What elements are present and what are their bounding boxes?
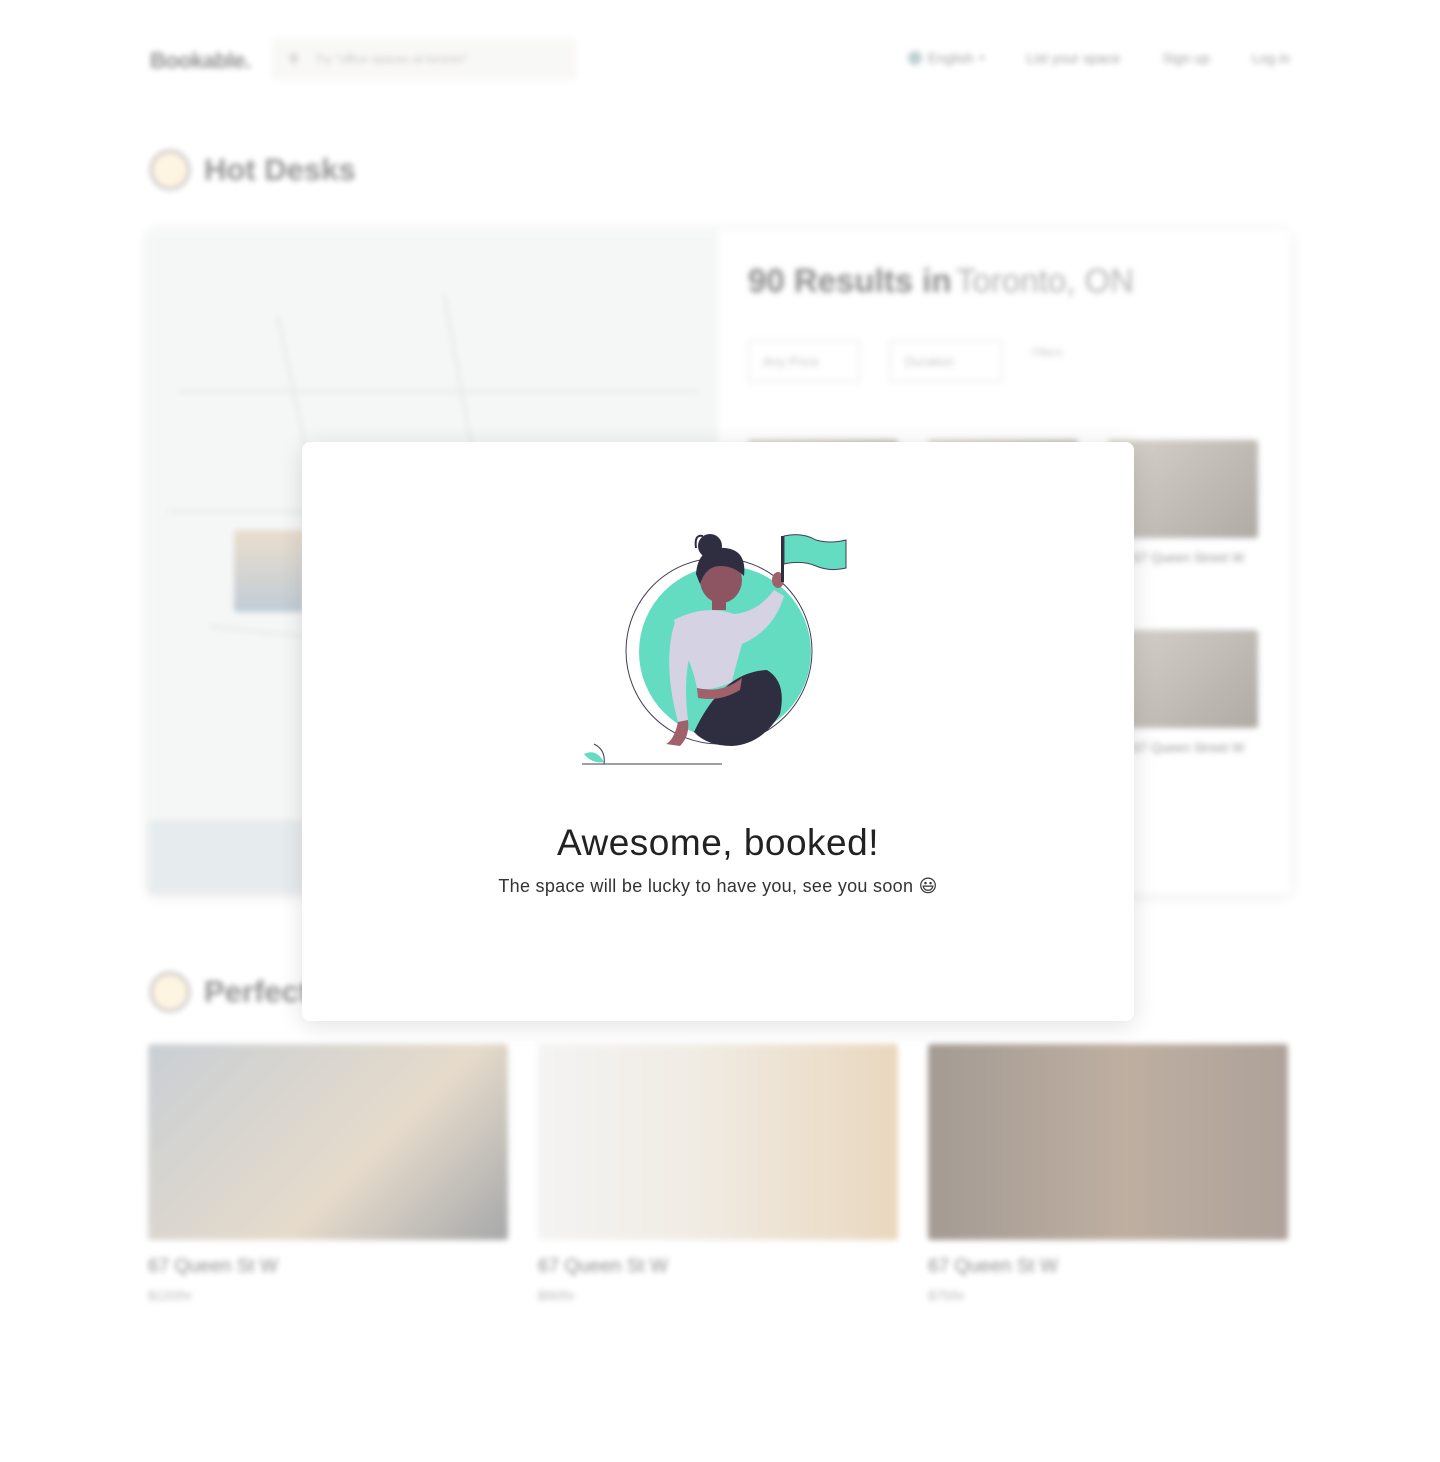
map-listing-thumbnail[interactable] — [234, 530, 304, 612]
chevron-down-icon: ▾ — [979, 52, 985, 63]
space-address: 67 Queen St W — [928, 1256, 1058, 1277]
globe-icon — [907, 51, 922, 65]
results-count: 90 Results in — [748, 262, 952, 299]
celebration-illustration — [582, 534, 847, 765]
language-label: English — [927, 50, 974, 66]
space-photo — [148, 1044, 508, 1240]
booking-confirmation-modal: Awesome, booked! The space will be lucky… — [302, 442, 1134, 1021]
log-in-link[interactable]: Log in — [1252, 50, 1290, 66]
space-price: $90/hr — [538, 1288, 575, 1303]
search-bar[interactable]: ⚲ Try "office spaces at toronto" — [271, 38, 577, 80]
price-filter[interactable]: Any Price — [748, 340, 860, 382]
space-card[interactable]: 67 Queen St W $120/hr — [148, 1044, 508, 1303]
sign-up-link[interactable]: Sign up — [1162, 50, 1209, 66]
search-icon: ⚲ — [289, 51, 299, 66]
space-card[interactable]: 67 Queen St W $75/hr — [928, 1044, 1288, 1303]
space-price: $120/hr — [148, 1288, 193, 1303]
hot-desks-title: Hot Desks — [204, 152, 356, 187]
duration-filter[interactable]: Duration — [890, 340, 1002, 382]
language-selector[interactable]: English ▾ — [907, 50, 985, 66]
listing-address[interactable]: 67 Queen Street W — [1133, 740, 1244, 755]
more-filters-button[interactable]: Filters — [1032, 340, 1062, 382]
list-space-link[interactable]: List your space — [1026, 50, 1120, 66]
top-navigation: Bookable. ⚲ Try "office spaces at toront… — [148, 36, 1290, 82]
box-icon — [150, 150, 190, 190]
modal-title: Awesome, booked! — [556, 822, 879, 863]
logo[interactable]: Bookable. — [150, 48, 251, 74]
space-card[interactable]: 67 Queen St W $90/hr — [538, 1044, 898, 1303]
space-price: $75/hr — [928, 1288, 965, 1303]
space-cards: 67 Queen St W $120/hr 67 Queen St W $90/… — [148, 1044, 1288, 1303]
search-placeholder: Try "office spaces at toronto" — [315, 52, 468, 66]
listing-address[interactable]: 67 Queen Street W — [1133, 550, 1244, 565]
box-icon — [150, 972, 190, 1012]
space-photo — [928, 1044, 1288, 1240]
space-address: 67 Queen St W — [538, 1256, 668, 1277]
perfect-title: Perfect — [204, 974, 310, 1009]
modal-subtitle: The space will be lucky to have you, see… — [498, 876, 938, 896]
space-photo — [538, 1044, 898, 1240]
hot-desks-heading: Hot Desks — [150, 150, 356, 190]
filter-bar: Any Price Duration Filters — [748, 340, 1062, 382]
results-location: Toronto, ON — [956, 262, 1134, 299]
perfect-heading: Perfect — [150, 972, 309, 1012]
nav-links: English ▾ List your space Sign up Log in — [907, 50, 1290, 66]
space-address: 67 Queen St W — [148, 1256, 278, 1277]
results-heading: 90 Results in Toronto, ON — [748, 262, 1134, 300]
